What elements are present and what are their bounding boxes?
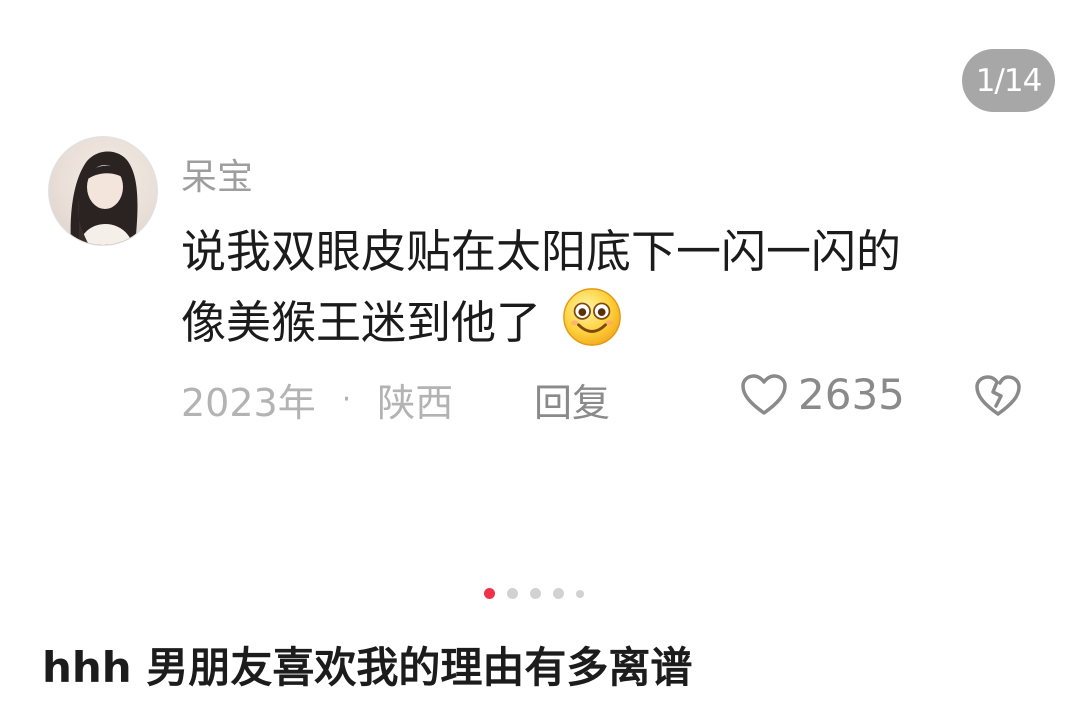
like-button[interactable]: 2635 bbox=[740, 370, 905, 419]
like-count: 2635 bbox=[798, 370, 905, 419]
meta-separator: · bbox=[341, 382, 352, 417]
comment-year: 2023年 bbox=[181, 381, 316, 425]
carousel-dot[interactable] bbox=[576, 589, 584, 598]
comment-line-1: 说我双眼皮贴在太阳底下一闪一闪的 bbox=[181, 225, 902, 278]
carousel-dot[interactable] bbox=[530, 588, 541, 599]
carousel-dot[interactable] bbox=[507, 588, 518, 599]
comment-username[interactable]: 呆宝 bbox=[181, 148, 253, 200]
comment-text: 说我双眼皮贴在太阳底下一闪一闪的 像美猴王迷到他了 bbox=[181, 218, 1031, 357]
dislike-button[interactable] bbox=[974, 374, 1022, 422]
page-counter: 1/14 bbox=[962, 49, 1055, 112]
carousel-dot[interactable] bbox=[553, 588, 564, 599]
reply-button[interactable]: 回复 bbox=[534, 372, 610, 427]
avatar[interactable] bbox=[48, 136, 158, 246]
comment-line-2: 像美猴王迷到他了 bbox=[181, 286, 1031, 357]
broken-heart-icon bbox=[975, 375, 1021, 416]
post-caption: hhh 男朋友喜欢我的理由有多离谱 bbox=[42, 643, 693, 692]
comment-location: 陕西 bbox=[377, 381, 454, 425]
comment-line-2-text: 像美猴王迷到他了 bbox=[181, 296, 542, 349]
carousel-dot-active[interactable] bbox=[484, 588, 495, 599]
smiling-emoji-icon bbox=[563, 288, 622, 346]
comment-meta: 2023年 · 陕西 bbox=[181, 372, 453, 427]
carousel-dots bbox=[484, 588, 596, 599]
avatar-image bbox=[70, 151, 138, 245]
heart-icon bbox=[741, 373, 787, 415]
